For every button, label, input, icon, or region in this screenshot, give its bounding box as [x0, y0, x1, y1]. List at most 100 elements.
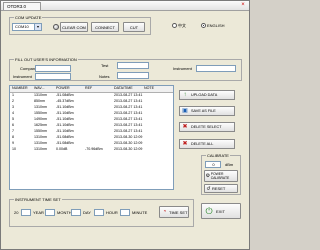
instrument-field[interactable]	[196, 65, 236, 72]
cell-datetime: 2013-08-30 12:09	[114, 141, 143, 145]
data-table[interactable]: NUMBER WAV... POWER REF DATA/TIME NOTE 1…	[9, 85, 174, 190]
connect-button[interactable]: CONNECT	[91, 22, 119, 32]
power-calibrate-label: POWER CALIBRATE	[210, 172, 230, 180]
cell-datetime: 2013-08-27 13:41	[114, 129, 143, 133]
calibrate-unit: dBm	[225, 162, 234, 167]
exit-label: EXIT	[216, 208, 225, 214]
col-wavelength[interactable]: WAV...	[34, 86, 44, 91]
hour-label: HOUR	[106, 210, 118, 215]
cell-wavelength: 1310nm	[34, 147, 47, 151]
minute-field[interactable]	[120, 209, 130, 216]
delete-select-label: DELETE SELECT	[191, 125, 222, 129]
cell-power: -51.10dBm	[56, 111, 74, 115]
col-note[interactable]: NOTE	[144, 86, 154, 91]
upload-data-button[interactable]: ↑ UPLOAD DATA	[179, 90, 235, 100]
save-as-file-label: SAVE AS FILE	[191, 109, 216, 113]
table-row[interactable]: 3 1310nm -51.10dBm 2013-08-27 13:41	[10, 105, 173, 110]
instrument2-label: Instrument	[13, 74, 32, 79]
hour-field[interactable]	[94, 209, 104, 216]
instrument-label: Instrument	[173, 66, 192, 71]
cell-wavelength: 1310nm	[34, 141, 47, 145]
com-update-label: COM UPDATE	[14, 15, 43, 20]
table-row[interactable]: 7 1550nm -51.10dBm 2013-08-27 13:41	[10, 129, 173, 134]
save-icon: ▣	[182, 108, 188, 114]
cell-number: 1	[12, 93, 14, 97]
table-row[interactable]: 5 1490nm -51.10dBm 2013-08-27 13:41	[10, 117, 173, 122]
cell-ref: -70.96dBm	[85, 147, 103, 151]
col-power[interactable]: POWER	[56, 86, 70, 91]
test-field[interactable]	[117, 62, 149, 69]
com-port-select[interactable]: COM10 ▾	[12, 23, 42, 31]
col-datetime[interactable]: DATA/TIME	[114, 86, 133, 91]
cell-power: -51.10dBm	[56, 123, 74, 127]
cell-power: -51.10dBm	[56, 117, 74, 121]
delete-all-icon: ✖	[182, 141, 188, 147]
window-title: OTDR3.0	[3, 2, 41, 10]
delete-all-button[interactable]: ✖ DELETE ALL	[179, 139, 235, 149]
cell-number: 2	[12, 99, 14, 103]
table-row[interactable]: 9 1310nm -51.08dBm 2013-08-30 12:09	[10, 141, 173, 146]
col-number[interactable]: NUMBER	[12, 86, 28, 91]
table-row[interactable]: 4 1550nm -51.10dBm 2013-08-27 13:41	[10, 111, 173, 116]
table-row[interactable]: 1 1310nm -51.08dBm 2013-08-27 13:41	[10, 93, 173, 98]
cell-number: 7	[12, 129, 14, 133]
com-status-indicator-icon	[53, 24, 59, 30]
exit-icon: ⏻	[205, 205, 213, 216]
calibrate-value-field[interactable]: 0	[205, 161, 221, 168]
reset-button[interactable]: ↺ RESET	[204, 184, 238, 193]
cell-datetime: 2013-08-27 13:41	[114, 117, 143, 121]
company-field[interactable]	[35, 65, 71, 72]
exit-button[interactable]: ⏻ EXIT	[201, 203, 241, 219]
cell-wavelength: 1550nm	[34, 111, 47, 115]
calibrate-label: CALIBRATE	[206, 153, 230, 158]
cell-number: 3	[12, 105, 14, 109]
table-row[interactable]: 8 1310nm -51.08dBm 2013-08-30 12:09	[10, 135, 173, 140]
instrument2-field[interactable]	[35, 73, 71, 80]
table-row[interactable]: 10 1310nm 0.00dB -70.96dBm 2013-08-30 12:09	[10, 147, 173, 152]
cell-wavelength: 1310nm	[34, 93, 47, 97]
cell-wavelength: 1310nm	[34, 135, 47, 139]
cell-datetime: 2013-08-30 12:09	[114, 147, 143, 151]
day-label: DAY	[83, 210, 91, 215]
delete-select-icon: ✖	[182, 124, 188, 130]
minute-label: MINUTE	[132, 210, 148, 215]
table-row[interactable]: 6 1625nm -51.10dBm 2013-08-27 13:41	[10, 123, 173, 128]
month-label: MONTH	[57, 210, 72, 215]
col-ref[interactable]: REF	[85, 86, 92, 91]
year-field[interactable]	[21, 209, 31, 216]
year-label: YEAR	[33, 210, 44, 215]
month-field[interactable]	[45, 209, 55, 216]
time-set-label: INSTRUMENT TIME SET	[14, 197, 62, 202]
clear-com-button[interactable]: CLEAR COM	[60, 22, 88, 32]
close-icon[interactable]: ×	[239, 2, 247, 9]
cut-button[interactable]: CUT	[123, 22, 145, 32]
chevron-down-icon[interactable]: ▾	[34, 24, 41, 30]
clock-icon: ◔	[162, 209, 167, 215]
test-label: Test	[101, 63, 109, 68]
cell-power: -51.10dBm	[56, 129, 74, 133]
lang-english-radio[interactable]	[201, 23, 206, 28]
cell-power: -51.10dBm	[56, 105, 74, 109]
time-set-button[interactable]: ◔ TIME SET	[159, 206, 189, 218]
lang-chinese-label: 中文	[178, 23, 186, 28]
time-set-button-label: TIME SET	[169, 209, 188, 215]
delete-select-button[interactable]: ✖ DELETE SELECT	[179, 122, 235, 132]
lang-english-label: ENGLISH	[207, 23, 225, 28]
notes-field[interactable]	[117, 72, 149, 79]
lang-chinese-radio[interactable]	[172, 23, 177, 28]
cell-power: 0.00dB	[56, 147, 68, 151]
delete-all-label: DELETE ALL	[191, 142, 214, 146]
cell-number: 4	[12, 111, 14, 115]
save-as-file-button[interactable]: ▣ SAVE AS FILE	[179, 106, 235, 116]
cell-datetime: 2013-08-27 13:41	[114, 99, 143, 103]
day-field[interactable]	[71, 209, 81, 216]
table-row[interactable]: 2 850nm -45.37dBm 2013-08-27 13:41	[10, 99, 173, 104]
reset-icon: ↺	[206, 185, 211, 192]
power-calibrate-button[interactable]: ⚙ POWER CALIBRATE	[204, 170, 238, 182]
cell-power: -51.08dBm	[56, 93, 74, 97]
cell-number: 8	[12, 135, 14, 139]
cell-datetime: 2013-08-27 13:41	[114, 123, 143, 127]
cell-number: 10	[12, 147, 16, 151]
cell-wavelength: 1625nm	[34, 123, 47, 127]
cell-number: 5	[12, 117, 14, 121]
